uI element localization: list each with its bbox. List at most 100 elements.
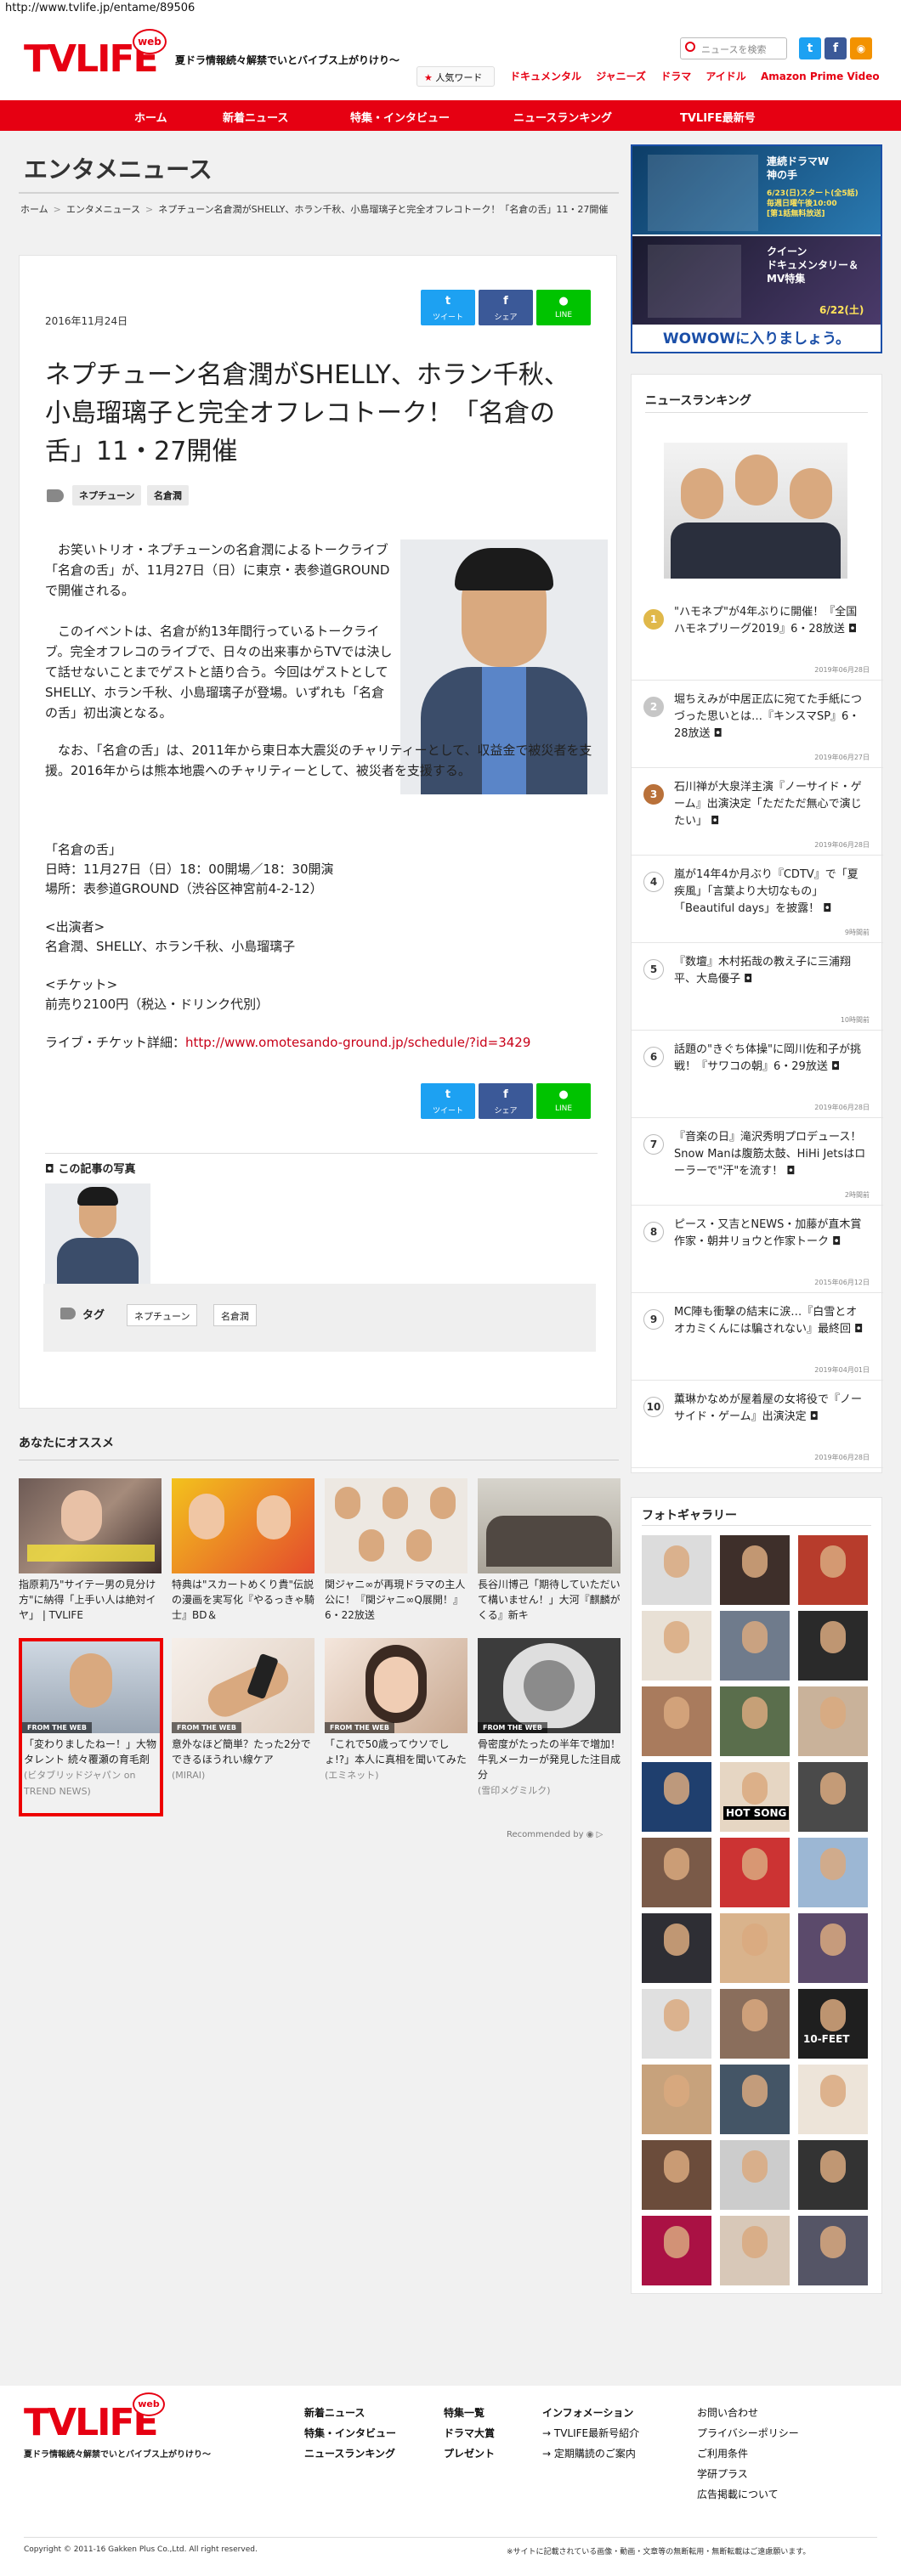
recommend-item-highlighted[interactable]: FROM THE WEB 「変わりましたねー！」大物タレント 続々覆瀬の育毛剤 (…	[19, 1638, 163, 1816]
facebook-icon[interactable]: f	[824, 37, 847, 59]
gallery-photo[interactable]: 10-FEET	[798, 1989, 868, 2059]
facebook-share-button[interactable]: f シェア	[479, 290, 533, 325]
tag-nagura[interactable]: 名倉潤	[147, 485, 189, 506]
footer-link[interactable]: 広告掲載について	[697, 2484, 799, 2505]
facebook-share-button-bottom[interactable]: f シェア	[479, 1083, 533, 1119]
gallery-photo[interactable]	[642, 1762, 711, 1832]
photo-face	[790, 468, 832, 519]
recommend-caption: 意外なほど簡単？たった2分でできるほうれい線ケア (MIRAI)	[172, 1737, 314, 1783]
toplink-idol[interactable]: アイドル	[706, 71, 745, 82]
search-input[interactable]: ニュースを検索	[680, 37, 787, 59]
gallery-photo[interactable]	[798, 2216, 868, 2285]
outbrain-icon: ◉ ▷	[586, 1830, 604, 1839]
gallery-photo[interactable]	[720, 1913, 790, 1983]
nav-home[interactable]: ホーム	[134, 109, 167, 125]
breadcrumb-section[interactable]: エンタメニュース	[66, 204, 140, 215]
gallery-photo[interactable]	[798, 1686, 868, 1756]
gallery-photo[interactable]	[720, 2140, 790, 2210]
ranking-item[interactable]: 7 『音楽の日』滝沢秀明プロデュース！Snow Manは腹筋太鼓、HiHi Jet…	[632, 1121, 883, 1206]
gallery-photo[interactable]	[798, 1535, 868, 1605]
breadcrumb-home[interactable]: ホーム	[20, 204, 48, 215]
nav-features[interactable]: 特集・インタビュー	[350, 109, 450, 125]
photo-face	[664, 1999, 689, 2031]
gallery-photo[interactable]	[642, 1686, 711, 1756]
rss-icon[interactable]: ◉	[850, 37, 872, 59]
gallery-photo[interactable]	[798, 1838, 868, 1907]
footer-link[interactable]: ドラマ大賞	[444, 2423, 495, 2443]
gallery-photo[interactable]	[720, 1838, 790, 1907]
article-thumb[interactable]	[45, 1183, 150, 1289]
tag-neptune[interactable]: ネプチューン	[72, 485, 142, 506]
live-link[interactable]: http://www.omotesando-ground.jp/schedule…	[185, 1035, 530, 1050]
toplink-drama[interactable]: ドラマ	[660, 71, 691, 82]
footer-link[interactable]: ご利用条件	[697, 2443, 799, 2464]
gallery-photo[interactable]	[642, 2065, 711, 2134]
toplink-johnnys[interactable]: ジャニーズ	[596, 71, 646, 82]
gallery-photo[interactable]	[642, 1989, 711, 2059]
recommended-by[interactable]: Recommended by ◉ ▷	[507, 1830, 603, 1839]
gallery-photo[interactable]: HOT SONG	[720, 1762, 790, 1832]
sidebar-ad[interactable]: 連続ドラマW 神の手 6/23(日)スタート(全5話) 毎週日曜午後10:00 …	[631, 144, 882, 353]
gallery-photo[interactable]	[798, 1913, 868, 1983]
popular-words-button[interactable]: ★ 人気ワード	[416, 66, 495, 87]
ranking-top-photo[interactable]	[664, 443, 847, 579]
gallery-photo[interactable]	[798, 2140, 868, 2210]
nav-news[interactable]: 新着ニュース	[223, 109, 288, 125]
article-paragraph: なお、「名倉の舌」は、2011年から東日本大震災のチャリティーとして、収益金で被…	[45, 743, 592, 778]
gallery-photo[interactable]	[798, 2065, 868, 2134]
ranking-item[interactable]: 9 MC陣も衝撃の結末に涙…『白雪とオオカミくんには騙されない』最終回 ◘ 2019…	[632, 1296, 883, 1381]
twitter-icon[interactable]: t	[799, 37, 821, 59]
ranking-item[interactable]: 3 石川禅が大泉洋主演『ノーサイド・ゲーム』出演決定「ただただ無心で演じたい」 ◘…	[632, 771, 883, 856]
tweet-button[interactable]: t ツイート	[421, 290, 475, 325]
ranking-item[interactable]: 4 嵐が14年4か月ぶり『CDTV』で「夏疾風」「言葉より大切なもの」「Beaut…	[632, 858, 883, 943]
tag-neptune-bottom[interactable]: ネプチューン	[127, 1304, 198, 1326]
gallery-photo[interactable]	[642, 1611, 711, 1681]
footer-link[interactable]: 特集一覧	[444, 2403, 495, 2423]
gallery-box: フォトギャラリー HOT SONG 10-FEET	[631, 1497, 882, 2294]
gallery-photo[interactable]	[720, 2216, 790, 2285]
footer-link[interactable]: 特集・インタビュー	[304, 2423, 396, 2443]
nav-ranking[interactable]: ニュースランキング	[513, 109, 612, 125]
tag-nagura-bottom[interactable]: 名倉潤	[213, 1304, 257, 1326]
line-label: LINE	[554, 311, 573, 319]
ranking-item[interactable]: 5 『数壇』木村拓哉の教え子に三浦翔平、大島優子 ◘ 10時間前	[632, 946, 883, 1031]
footer-link[interactable]: 学研プラス	[697, 2464, 799, 2484]
gallery-photo[interactable]	[720, 1989, 790, 2059]
gallery-photo[interactable]	[720, 2065, 790, 2134]
ranking-item[interactable]: 6 話題の"きぐち体操"に岡川佐和子が挑戦！『サワコの朝』6・29放送 ◘ 2019…	[632, 1033, 883, 1118]
line-share-button-bottom[interactable]: ● LINE	[536, 1083, 591, 1119]
gallery-photo[interactable]	[720, 1535, 790, 1605]
footer-link[interactable]: → TVLIFE最新号紹介	[542, 2423, 639, 2443]
divider	[45, 1153, 598, 1154]
tweet-button-bottom[interactable]: t ツイート	[421, 1083, 475, 1119]
gallery-photo[interactable]	[642, 1913, 711, 1983]
line-label: LINE	[554, 1104, 573, 1113]
footer-link[interactable]: ニュースランキング	[304, 2443, 396, 2464]
gallery-photo[interactable]	[642, 2216, 711, 2285]
gallery-photo[interactable]	[642, 2140, 711, 2210]
footer-link[interactable]: プライバシーポリシー	[697, 2423, 799, 2443]
thumb-hair	[77, 1187, 118, 1206]
line-share-button[interactable]: ● LINE	[536, 290, 591, 325]
ranking-date: 9時間前	[844, 929, 870, 936]
photo-face	[742, 1621, 768, 1653]
gallery-photo[interactable]	[642, 1535, 711, 1605]
footer-link[interactable]: お問い合わせ	[697, 2403, 799, 2423]
recommend-source: (ビタブリッドジャパン on TREND NEWS)	[24, 1770, 136, 1797]
ranking-item[interactable]: 8 ピース・又吉とNEWS・加藤が直木賞作家・朝井リョウと作家トーク ◘ 2015年…	[632, 1208, 883, 1293]
gallery-photo[interactable]	[798, 1762, 868, 1832]
nav-latest-issue[interactable]: TVLIFE最新号	[680, 109, 756, 125]
toplink-documental[interactable]: ドキュメンタル	[510, 71, 581, 82]
gallery-photo[interactable]	[798, 1611, 868, 1681]
gallery-photo[interactable]	[720, 1611, 790, 1681]
toplink-amazon[interactable]: Amazon Prime Video	[761, 71, 880, 82]
ranking-item[interactable]: 1 "ハモネプ"が4年ぶりに開催！『全国ハモネプリーグ2019』6・28放送 ◘ 2…	[632, 596, 883, 681]
ranking-item[interactable]: 2 堀ちえみが中居正広に宛てた手紙につづった思いとは…『キンスマSP』6・28放送…	[632, 683, 883, 768]
footer-link[interactable]: → 定期購読のご案内	[542, 2443, 639, 2464]
ranking-item[interactable]: 10 薫琳かなめが屋着屋の女将役で『ノーサイド・ゲーム』出演決定 ◘ 2019年06…	[632, 1383, 883, 1468]
camera-icon: ◘	[740, 973, 753, 986]
gallery-photo[interactable]	[720, 1686, 790, 1756]
footer-link[interactable]: 新着ニュース	[304, 2403, 396, 2423]
gallery-photo[interactable]	[642, 1838, 711, 1907]
footer-link[interactable]: プレゼント	[444, 2443, 495, 2464]
